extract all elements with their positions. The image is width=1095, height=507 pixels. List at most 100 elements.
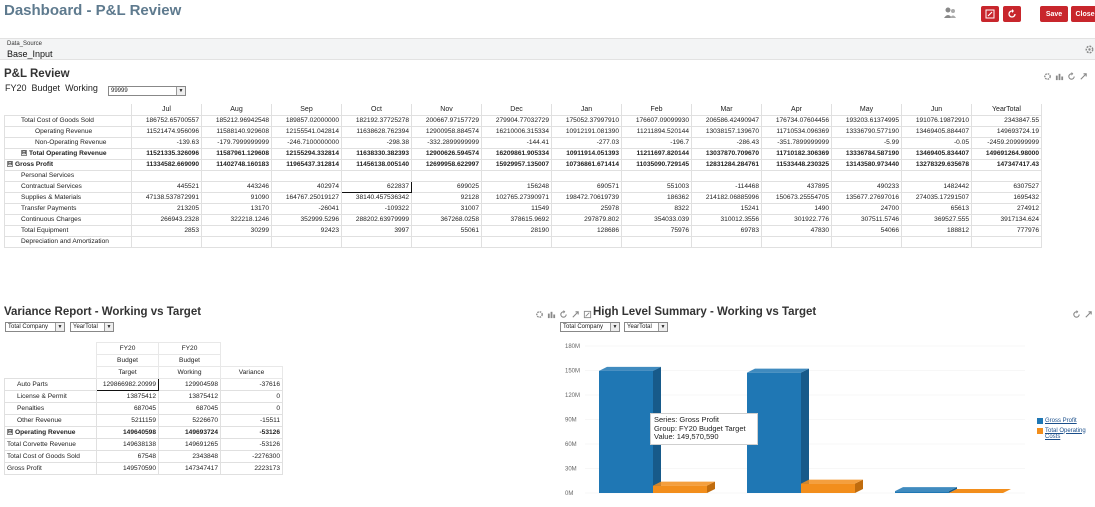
grid-cell[interactable]: -286.43	[691, 136, 762, 149]
chart-icon[interactable]	[1055, 72, 1064, 81]
legend-item[interactable]: Total Operating Costs	[1037, 427, 1095, 441]
grid-cell[interactable]: -277.03	[551, 136, 622, 149]
grid-cell[interactable]: 0	[220, 402, 283, 415]
grid-cell[interactable]: -15511	[220, 414, 283, 427]
column-header[interactable]: Apr	[761, 104, 832, 116]
chart-icon[interactable]	[547, 310, 556, 319]
fullscreen-icon[interactable]	[583, 310, 592, 319]
grid-cell[interactable]: -0.05	[901, 136, 972, 149]
gear-icon[interactable]	[535, 310, 544, 319]
expand-icon[interactable]	[1084, 310, 1093, 319]
grid-cell[interactable]: 213205	[131, 202, 202, 215]
grid-cell[interactable]: 164767.25019127	[271, 191, 342, 204]
grid-cell[interactable]: -53126	[220, 426, 283, 439]
column-header[interactable]: Jul	[131, 104, 202, 116]
grid-cell[interactable]	[551, 169, 622, 182]
grid-cell[interactable]: 10736861.671414	[551, 158, 622, 171]
grid-cell[interactable]	[551, 235, 622, 248]
grid-cell[interactable]: 129866982.20999	[96, 378, 159, 391]
legend-item[interactable]: Gross Profit	[1037, 418, 1095, 425]
grid-cell[interactable]: -114468	[691, 180, 762, 193]
grid-cell[interactable]: 301922.776	[761, 213, 832, 226]
expand-icon[interactable]	[571, 310, 580, 319]
row-header[interactable]: ⊟ Total Operating Revenue	[4, 147, 132, 160]
row-header[interactable]: Non-Operating Revenue	[4, 136, 132, 149]
row-header[interactable]: Transfer Payments	[4, 202, 132, 215]
grid-cell[interactable]: 1695432	[971, 191, 1042, 204]
row-header[interactable]: Depreciation and Amortization	[4, 235, 132, 248]
grid-cell[interactable]: 67548	[96, 450, 159, 463]
entity-select[interactable]: 99999 ▼	[108, 86, 186, 96]
grid-cell[interactable]: 11588140.929608	[201, 125, 272, 138]
grid-cell[interactable]: 490233	[831, 180, 902, 193]
grid-cell[interactable]: 274035.17291507	[901, 191, 972, 204]
grid-cell[interactable]: 92423	[271, 224, 342, 237]
grid-cell[interactable]: 13469405.834407	[901, 147, 972, 160]
grid-cell[interactable]: 699025	[411, 180, 482, 193]
grid-cell[interactable]: 11456138.005140	[341, 158, 412, 171]
grid-cell[interactable]: 24700	[831, 202, 902, 215]
summary-period-select[interactable]: YearTotal ▼	[624, 322, 668, 332]
collapse-icon[interactable]: ⊟	[7, 429, 13, 436]
grid-cell[interactable]: 11035090.729145	[621, 158, 692, 171]
row-header[interactable]: ⊟ Operating Revenue	[4, 426, 97, 439]
grid-cell[interactable]: 322218.1246	[201, 213, 272, 226]
grid-cell[interactable]: 11710182.306369	[761, 147, 832, 160]
grid-cell[interactable]: 11549	[481, 202, 552, 215]
grid-cell[interactable]: 13875412	[158, 390, 221, 403]
grid-cell[interactable]: -139.63	[131, 136, 202, 149]
grid-cell[interactable]: 5226670	[158, 414, 221, 427]
row-header[interactable]: ⊟ Gross Profit	[4, 158, 132, 171]
grid-cell[interactable]: 11638628.762394	[341, 125, 412, 138]
expand-icon[interactable]	[1079, 72, 1088, 81]
grid-cell[interactable]: 3997	[341, 224, 412, 237]
edit-button[interactable]	[981, 6, 999, 22]
row-header[interactable]: Gross Profit	[4, 462, 97, 475]
grid-cell[interactable]: 149691264.98000	[971, 147, 1042, 160]
row-header[interactable]: Personal Services	[4, 169, 132, 182]
grid-cell[interactable]: 0	[220, 390, 283, 403]
grid-cell[interactable]: 185212.96942548	[201, 114, 272, 127]
row-header[interactable]: Total Cost of Goods Sold	[4, 114, 132, 127]
grid-cell[interactable]: 2343847.55	[971, 114, 1042, 127]
grid-cell[interactable]	[761, 235, 832, 248]
grid-cell[interactable]: 11965437.312814	[271, 158, 342, 171]
grid-cell[interactable]: 13170	[201, 202, 272, 215]
grid-cell[interactable]: 13278329.635678	[901, 158, 972, 171]
grid-cell[interactable]: 156248	[481, 180, 552, 193]
grid-cell[interactable]	[341, 169, 412, 182]
grid-cell[interactable]: 30299	[201, 224, 272, 237]
grid-cell[interactable]	[271, 169, 342, 182]
grid-cell[interactable]: 551003	[621, 180, 692, 193]
grid-cell[interactable]: 102765.27390971	[481, 191, 552, 204]
bar-total-operating-costs-0[interactable]	[653, 485, 707, 493]
grid-cell[interactable]: 11334582.669090	[131, 158, 202, 171]
refresh-icon[interactable]	[1072, 310, 1081, 319]
grid-cell[interactable]: 188812	[901, 224, 972, 237]
grid-cell[interactable]	[831, 169, 902, 182]
grid-cell[interactable]: 354033.039	[621, 213, 692, 226]
grid-cell[interactable]: 2223173	[220, 462, 283, 475]
grid-cell[interactable]: 13336790.577190	[831, 125, 902, 138]
grid-cell[interactable]	[901, 169, 972, 182]
grid-cell[interactable]: 10911914.051393	[551, 147, 622, 160]
row-header[interactable]: Contractual Services	[4, 180, 132, 193]
grid-cell[interactable]: 352999.5296	[271, 213, 342, 226]
grid-cell[interactable]: 11533448.230325	[761, 158, 832, 171]
grid-cell[interactable]: 687045	[158, 402, 221, 415]
grid-cell[interactable]: 16210006.315334	[481, 125, 552, 138]
grid-cell[interactable]	[901, 235, 972, 248]
variance-entity-select[interactable]: Total Company ▼	[5, 322, 65, 332]
grid-cell[interactable]: 622837	[341, 180, 412, 193]
column-header[interactable]: Oct	[341, 104, 412, 116]
grid-cell[interactable]: -351.7899999999	[761, 136, 832, 149]
grid-cell[interactable]: 135677.27697016	[831, 191, 902, 204]
grid-cell[interactable]	[131, 235, 202, 248]
grid-cell[interactable]: 777976	[971, 224, 1042, 237]
grid-cell[interactable]: 149693724	[158, 426, 221, 439]
grid-cell[interactable]: 55061	[411, 224, 482, 237]
grid-cell[interactable]	[831, 235, 902, 248]
grid-cell[interactable]: -332.2899999999	[411, 136, 482, 149]
grid-cell[interactable]: 198472.70619739	[551, 191, 622, 204]
grid-cell[interactable]: -26041	[271, 202, 342, 215]
